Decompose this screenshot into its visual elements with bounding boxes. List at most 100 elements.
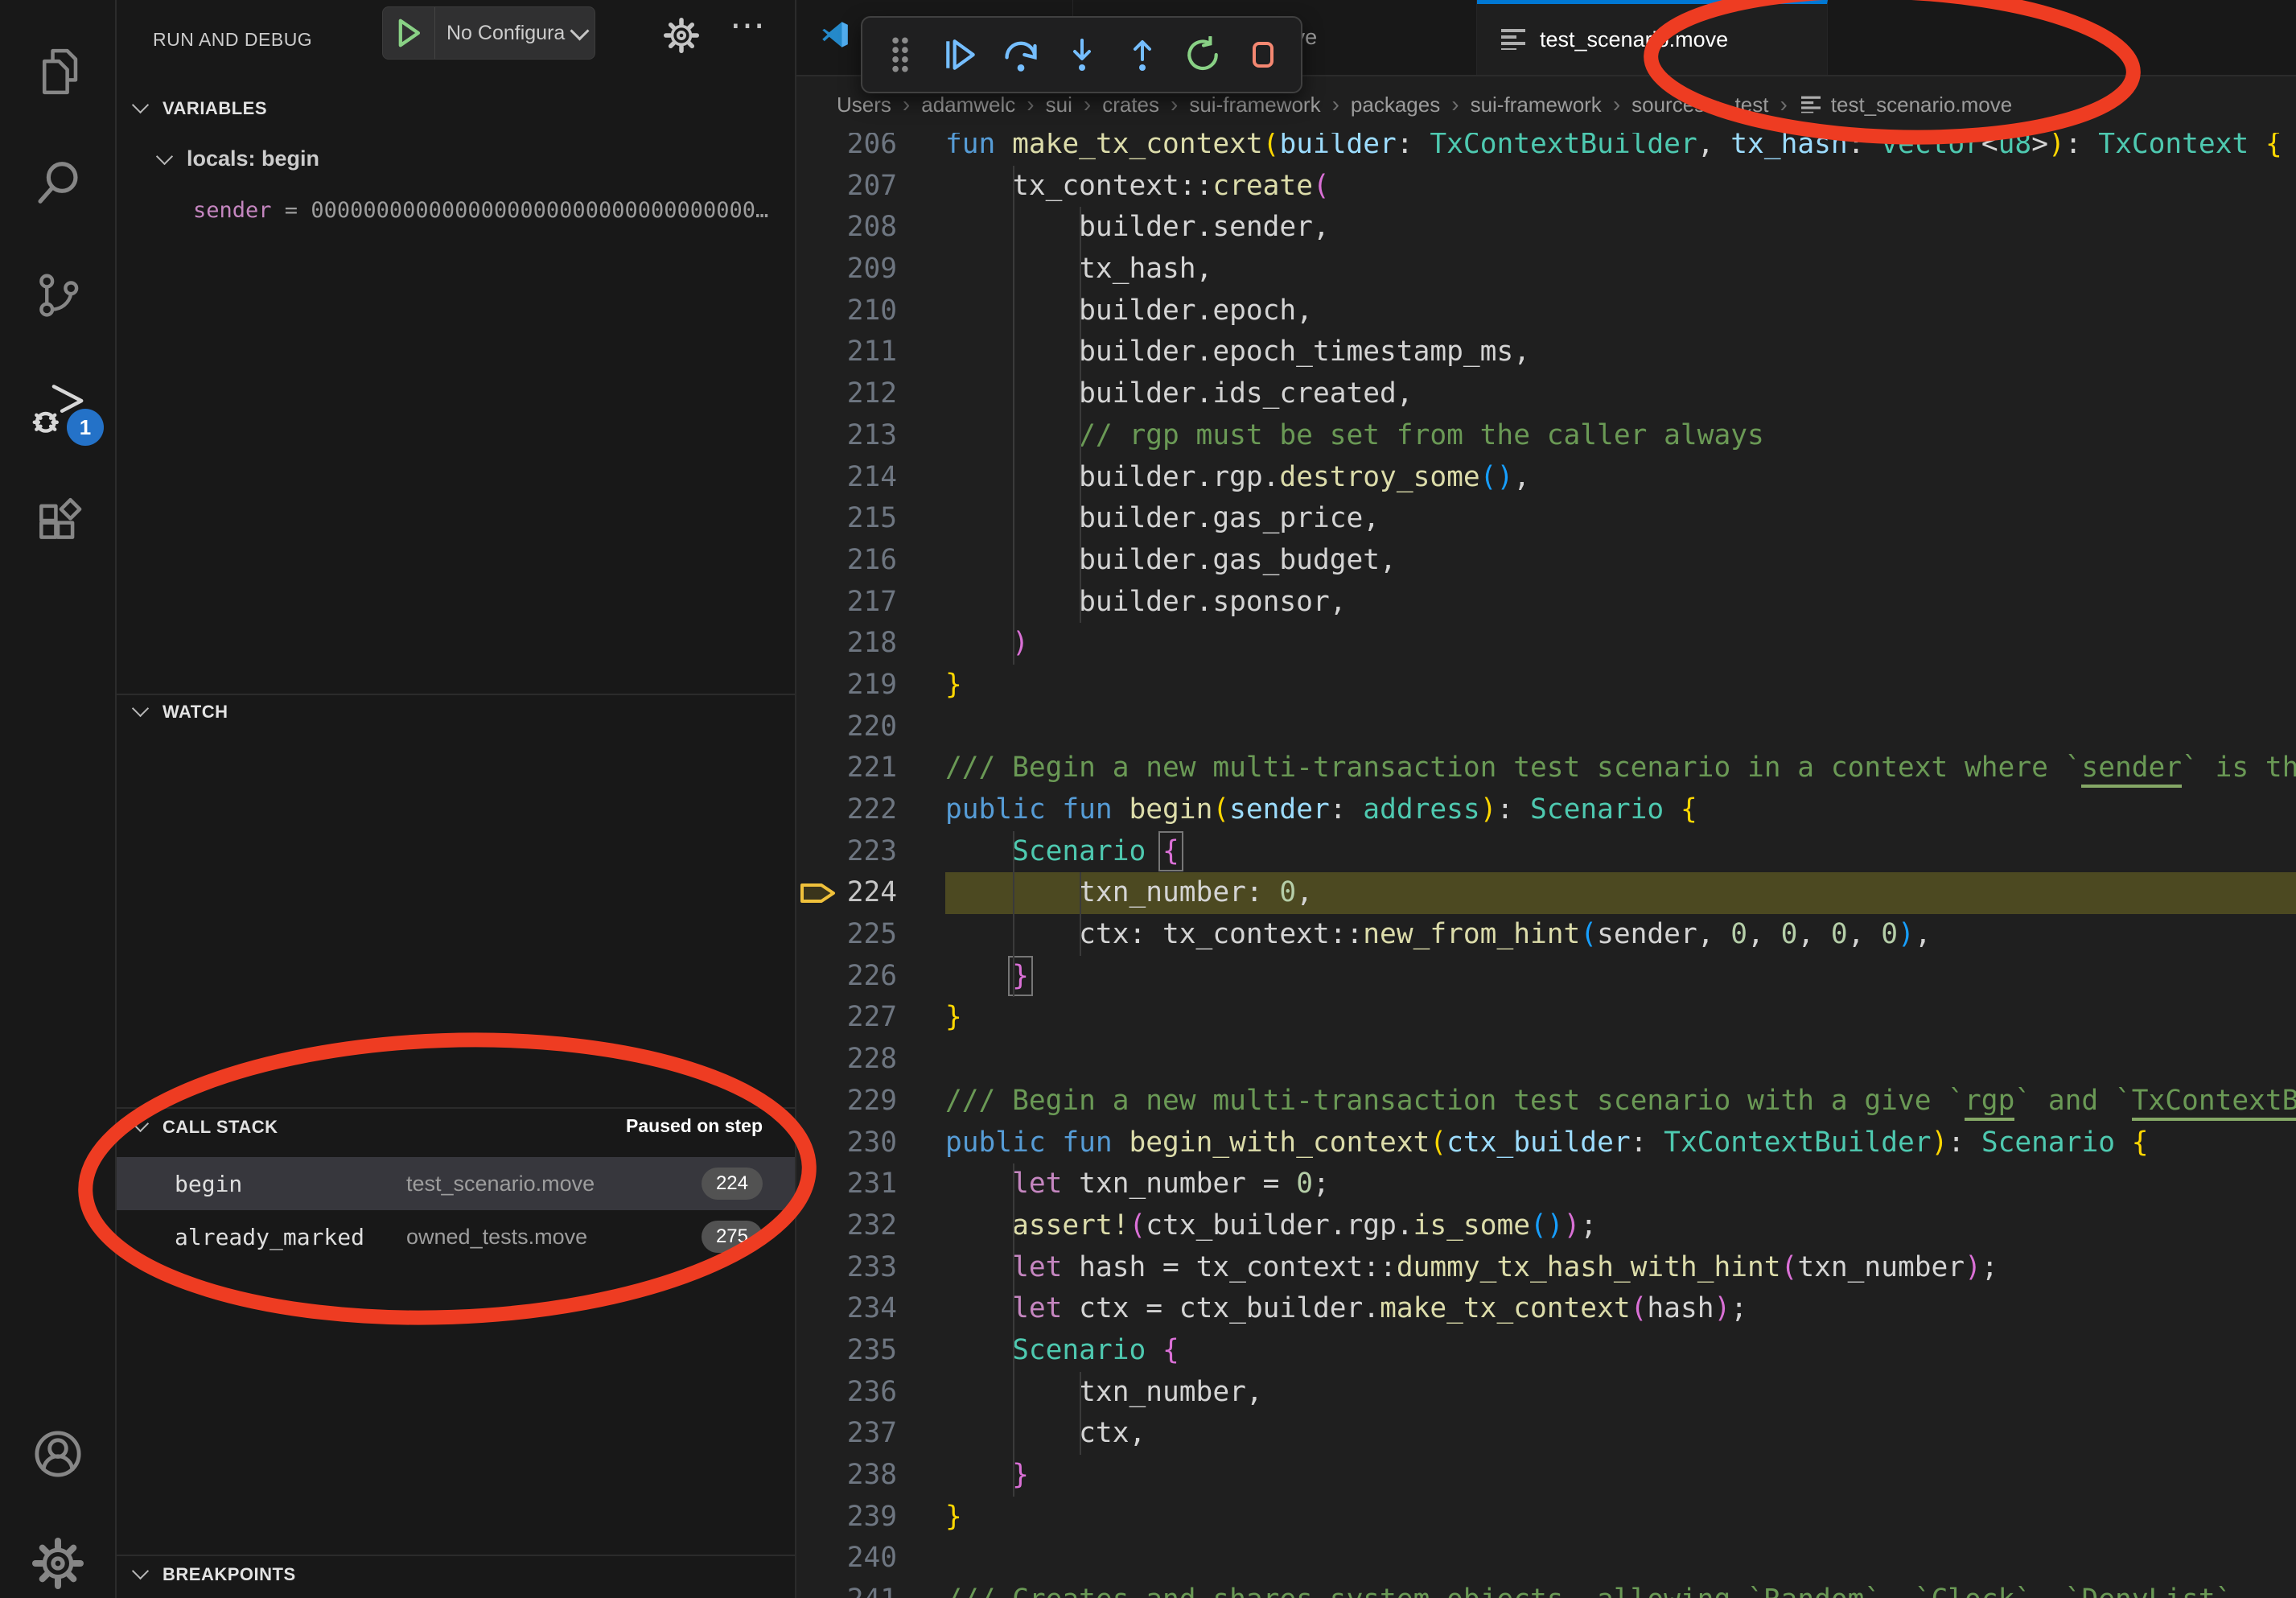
line-number[interactable]: 227 xyxy=(796,997,945,1039)
line-number[interactable]: 239 xyxy=(796,1497,945,1538)
line-number[interactable]: 224 xyxy=(796,872,945,914)
line-number[interactable]: 226 xyxy=(796,956,945,998)
line-number[interactable]: 218 xyxy=(796,623,945,665)
line-number[interactable]: 237 xyxy=(796,1413,945,1455)
editor-area: Welcomeowned_tests.movetest_scenario.mov… xyxy=(796,0,2296,1598)
line-number[interactable]: 225 xyxy=(796,914,945,956)
breadcrumb-item[interactable]: sources xyxy=(1631,93,1705,117)
explorer-icon[interactable] xyxy=(0,27,115,116)
code-line-text: builder.epoch_timestamp_ms, xyxy=(945,332,2296,373)
line-number[interactable]: 232 xyxy=(796,1205,945,1247)
frame-line-badge: 275 xyxy=(702,1221,763,1253)
code-line-214: 214 builder.rgp.destroy_some(), xyxy=(796,457,2296,499)
code-line-text: txn_number: 0, xyxy=(945,872,2296,914)
breadcrumb-item[interactable]: adamwelc xyxy=(921,93,1015,117)
breadcrumb-item-file[interactable]: test_scenario.move xyxy=(1799,93,2012,117)
step-over-button[interactable] xyxy=(998,32,1043,77)
start-debug-play-icon[interactable] xyxy=(383,7,435,59)
line-number[interactable]: 208 xyxy=(796,207,945,249)
line-number[interactable]: 206 xyxy=(796,133,945,166)
code-line-229: 229/// Begin a new multi-transaction tes… xyxy=(796,1081,2296,1122)
code-line-text: ctx, xyxy=(945,1413,2296,1455)
breadcrumb-item[interactable]: packages xyxy=(1351,93,1440,117)
line-number[interactable]: 228 xyxy=(796,1039,945,1081)
call-stack-frame-begin[interactable]: begintest_scenario.move224 xyxy=(117,1157,795,1210)
line-number[interactable]: 223 xyxy=(796,831,945,873)
variable-row-sender[interactable]: sender = 0000000000000000000000000000000… xyxy=(193,198,780,223)
code-line-text: } xyxy=(945,665,2296,706)
watch-section-header[interactable]: WATCH xyxy=(134,702,228,723)
chevron-down-icon xyxy=(132,97,149,113)
step-into-button[interactable] xyxy=(1060,32,1105,77)
debug-settings-gear-icon[interactable] xyxy=(664,18,699,57)
line-number[interactable]: 240 xyxy=(796,1538,945,1579)
line-number[interactable]: 235 xyxy=(796,1330,945,1372)
line-number[interactable]: 231 xyxy=(796,1163,945,1205)
line-number[interactable]: 215 xyxy=(796,498,945,540)
breadcrumb-item[interactable]: test xyxy=(1735,93,1769,117)
source-control-icon[interactable] xyxy=(0,251,115,340)
line-number[interactable]: 241 xyxy=(796,1579,945,1598)
line-number[interactable]: 211 xyxy=(796,332,945,373)
line-number[interactable]: 212 xyxy=(796,373,945,415)
line-number[interactable]: 209 xyxy=(796,249,945,290)
code-line-220: 220 xyxy=(796,706,2296,748)
line-number[interactable]: 238 xyxy=(796,1455,945,1497)
call-stack-section-header[interactable]: CALL STACK xyxy=(134,1117,278,1138)
debug-status-badge: Paused on step xyxy=(626,1115,763,1137)
account-icon[interactable] xyxy=(0,1410,115,1498)
code-line-206: 206fun make_tx_context(builder: TxContex… xyxy=(796,133,2296,166)
breadcrumb-item[interactable]: sui xyxy=(1046,93,1072,117)
code-line-238: 238 } xyxy=(796,1455,2296,1497)
line-number[interactable]: 234 xyxy=(796,1288,945,1330)
variables-section-header[interactable]: VARIABLES xyxy=(134,98,267,119)
code-editor[interactable]: 206fun make_tx_context(builder: TxContex… xyxy=(796,133,2296,1598)
code-line-text: builder.gas_price, xyxy=(945,498,2296,540)
line-number[interactable]: 230 xyxy=(796,1122,945,1164)
restart-button[interactable] xyxy=(1180,32,1225,77)
line-number[interactable]: 221 xyxy=(796,748,945,789)
breadcrumb-separator-icon: › xyxy=(1332,92,1339,117)
call-stack-frame-already_marked[interactable]: already_markedowned_tests.move275 xyxy=(117,1210,795,1263)
stop-button[interactable] xyxy=(1241,32,1286,77)
line-number[interactable]: 216 xyxy=(796,540,945,582)
start-debug-button-group[interactable]: No Configura xyxy=(382,6,595,60)
tab-test-scenario-move[interactable]: test_scenario.move xyxy=(1477,0,1828,75)
drag-handle-icon[interactable] xyxy=(878,32,923,77)
line-number[interactable]: 220 xyxy=(796,706,945,748)
code-line-text: builder.sponsor, xyxy=(945,582,2296,624)
line-number[interactable]: 229 xyxy=(796,1081,945,1122)
code-line-text: /// Creates and shares system objects, a… xyxy=(945,1579,2296,1598)
code-line-237: 237 ctx, xyxy=(796,1413,2296,1455)
frame-function: begin xyxy=(175,1171,406,1197)
breakpoints-section-header[interactable]: BREAKPOINTS xyxy=(134,1564,296,1585)
debug-config-select[interactable]: No Configura xyxy=(435,22,573,45)
line-number[interactable]: 217 xyxy=(796,582,945,624)
line-number[interactable]: 222 xyxy=(796,789,945,831)
breadcrumb-item[interactable]: sui-framework xyxy=(1471,93,1602,117)
breadcrumb-separator-icon: › xyxy=(1780,92,1787,117)
search-icon[interactable] xyxy=(0,138,115,227)
more-actions-icon[interactable]: ⋯ xyxy=(730,5,767,46)
variables-scope-row[interactable]: locals: begin xyxy=(158,146,319,171)
breadcrumb-item[interactable]: sui-framework xyxy=(1189,93,1320,117)
line-number[interactable]: 207 xyxy=(796,166,945,208)
code-line-221: 221/// Begin a new multi-transaction tes… xyxy=(796,748,2296,789)
breadcrumb-item[interactable]: crates xyxy=(1102,93,1159,117)
breadcrumb-separator-icon: › xyxy=(1084,92,1091,117)
line-number[interactable]: 233 xyxy=(796,1247,945,1289)
line-number[interactable]: 219 xyxy=(796,665,945,706)
code-line-215: 215 builder.gas_price, xyxy=(796,498,2296,540)
run-and-debug-icon[interactable]: 1 xyxy=(0,364,115,452)
frame-function: already_marked xyxy=(175,1224,406,1250)
line-number[interactable]: 210 xyxy=(796,290,945,332)
settings-gear-icon[interactable] xyxy=(0,1519,115,1598)
line-number[interactable]: 236 xyxy=(796,1372,945,1414)
code-line-text: Scenario { xyxy=(945,831,2296,873)
line-number[interactable]: 214 xyxy=(796,457,945,499)
breadcrumb-item[interactable]: Users xyxy=(837,93,891,117)
continue-button[interactable] xyxy=(938,32,983,77)
extensions-icon[interactable] xyxy=(0,476,115,565)
step-out-button[interactable] xyxy=(1120,32,1165,77)
line-number[interactable]: 213 xyxy=(796,415,945,457)
